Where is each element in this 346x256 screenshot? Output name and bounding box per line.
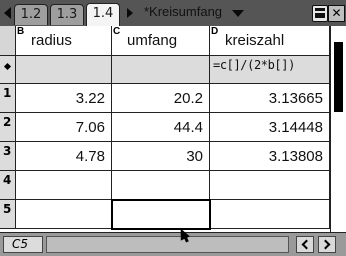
battery-icon	[312, 5, 328, 22]
row-header-1[interactable]: 1	[0, 84, 16, 113]
cell-c2[interactable]: 44.4	[112, 113, 210, 142]
cell-b1[interactable]: 3.22	[16, 84, 112, 113]
formula-cell-d[interactable]: =c[]/(2*b[])	[210, 56, 330, 84]
document-title[interactable]: *Kreisumfang	[144, 4, 222, 19]
column-letter: B	[17, 26, 25, 37]
tab-bar: 1.2 1.3 1.4 *Kreisumfang ✕	[0, 0, 346, 27]
cell-d4[interactable]	[210, 171, 330, 200]
cell-d2[interactable]: 3.14448	[210, 113, 330, 142]
cell-d1[interactable]: 3.13665	[210, 84, 330, 113]
formula-row-header[interactable]	[0, 56, 16, 84]
previous-tab-arrow-icon[interactable]	[4, 7, 11, 19]
scroll-right-arrow-icon[interactable]	[318, 236, 336, 253]
column-name: radius	[31, 32, 72, 49]
scrollbar-thumb[interactable]	[334, 42, 343, 112]
diamond-icon	[3, 62, 12, 71]
column-header-c[interactable]: C umfang	[112, 26, 210, 56]
cell-reference-box[interactable]: C5	[3, 236, 43, 253]
status-bar: C5	[0, 232, 346, 256]
vertical-scrollbar[interactable]	[330, 26, 346, 232]
cell-b4[interactable]	[16, 171, 112, 200]
formula-cell-c[interactable]	[112, 56, 210, 84]
cell-d3[interactable]: 3.13808	[210, 142, 330, 171]
formula-cell-b[interactable]	[16, 56, 112, 84]
column-header-b[interactable]: B radius	[16, 26, 112, 56]
column-header-d[interactable]: D kreiszahl	[210, 26, 330, 56]
tab-1-2[interactable]: 1.2	[14, 4, 48, 25]
cell-c1[interactable]: 20.2	[112, 84, 210, 113]
chevron-down-icon[interactable]	[232, 10, 244, 17]
cell-c5-selected[interactable]	[111, 199, 211, 230]
column-name: kreiszahl	[225, 32, 285, 49]
column-letter: C	[113, 26, 121, 37]
column-letter: D	[211, 26, 219, 37]
horizontal-scrollbar[interactable]	[46, 236, 289, 253]
cell-b3[interactable]: 4.78	[16, 142, 112, 171]
scroll-left-arrow-icon[interactable]	[296, 236, 314, 253]
cell-c4[interactable]	[112, 171, 210, 200]
cell-b2[interactable]: 7.06	[16, 113, 112, 142]
close-icon[interactable]: ✕	[328, 5, 345, 22]
row-header-2[interactable]: 2	[0, 113, 16, 142]
cell-c3[interactable]: 30	[112, 142, 210, 171]
column-name: umfang	[127, 32, 178, 49]
next-tab-arrow-icon[interactable]	[127, 8, 133, 18]
corner-cell[interactable]	[0, 26, 16, 56]
tab-1-4[interactable]: 1.4	[86, 3, 120, 26]
row-header-5[interactable]: 5	[0, 200, 16, 229]
cell-b5[interactable]	[16, 200, 112, 229]
row-header-4[interactable]: 4	[0, 171, 16, 200]
spreadsheet-grid: B radius C umfang D kreiszahl =c[]/(2*b[…	[0, 26, 346, 232]
cell-d5[interactable]	[211, 200, 330, 229]
row-header-3[interactable]: 3	[0, 142, 16, 171]
column-formula: =c[]/(2*b[])	[213, 58, 295, 72]
tab-1-3[interactable]: 1.3	[50, 4, 84, 25]
